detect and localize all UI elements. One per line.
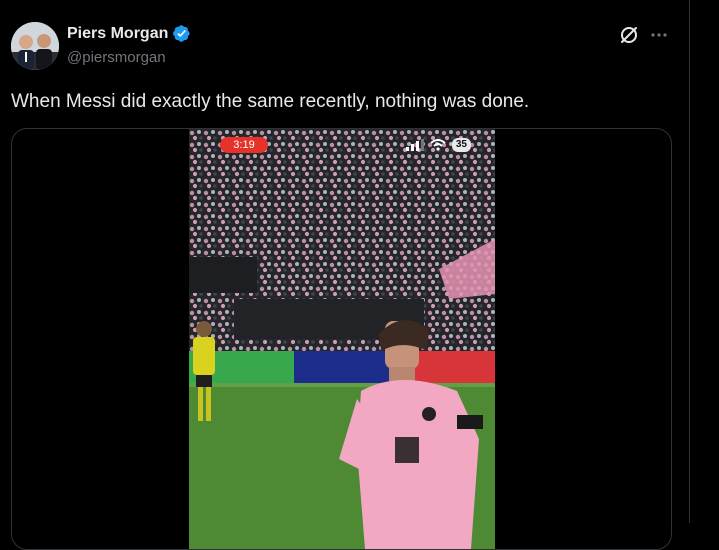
verified-badge-icon xyxy=(173,25,190,42)
wifi-icon xyxy=(430,139,446,151)
video-frame-image xyxy=(189,129,495,549)
recording-time-pill: 3:19 xyxy=(220,137,268,153)
video-player[interactable]: 3:19 35 xyxy=(189,129,495,549)
column-divider xyxy=(689,0,690,523)
avatar[interactable] xyxy=(11,22,59,70)
signal-icon xyxy=(405,139,424,151)
author-handle[interactable]: @piersmorgan xyxy=(67,49,166,66)
phone-status-bar: 35 xyxy=(405,138,471,152)
more-options-icon[interactable] xyxy=(648,24,670,46)
media-card[interactable]: 3:19 35 xyxy=(11,128,672,550)
author-name[interactable]: Piers Morgan xyxy=(67,25,168,43)
tweet-text: When Messi did exactly the same recently… xyxy=(11,91,530,112)
author-name-row[interactable]: Piers Morgan xyxy=(67,24,191,43)
battery-indicator: 35 xyxy=(451,138,471,152)
avatar-image xyxy=(11,22,59,70)
grok-icon[interactable] xyxy=(619,25,639,45)
